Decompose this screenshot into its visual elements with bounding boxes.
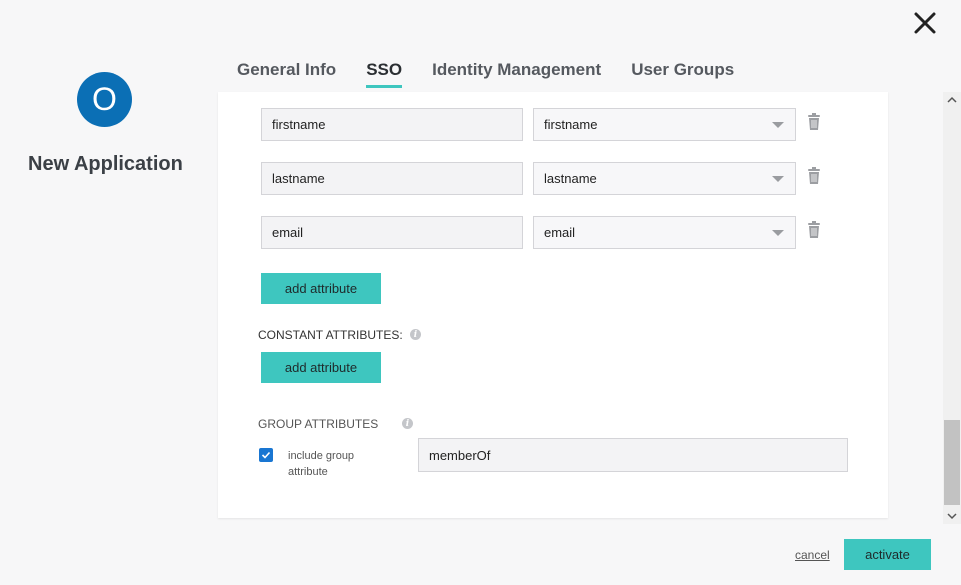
info-icon[interactable]: i [410, 329, 421, 340]
select-value: email [544, 225, 576, 240]
cancel-link[interactable]: cancel [795, 548, 830, 562]
close-icon[interactable] [911, 9, 939, 37]
avatar: O [77, 72, 132, 127]
attribute-name-input[interactable]: lastname [261, 162, 523, 195]
chevron-up-icon[interactable] [947, 95, 957, 105]
chevron-down-icon[interactable] [947, 511, 957, 521]
tab-bar: General Info SSO Identity Management Use… [237, 60, 764, 88]
constant-attributes-label: CONSTANT ATTRIBUTES: [258, 328, 403, 342]
tab-sso[interactable]: SSO [366, 60, 402, 88]
include-group-checkbox[interactable] [259, 448, 273, 462]
chevron-down-icon [772, 230, 784, 236]
attribute-name-input[interactable]: email [261, 216, 523, 249]
group-attributes-label: GROUP ATTRIBUTES [258, 417, 379, 431]
scrollbar[interactable] [943, 92, 961, 524]
chevron-down-icon [772, 176, 784, 182]
attribute-value-select[interactable]: email [533, 216, 796, 249]
attribute-name-input[interactable]: firstname [261, 108, 523, 141]
checkmark-icon [261, 451, 271, 459]
tab-general-info[interactable]: General Info [237, 60, 336, 88]
trash-icon[interactable] [807, 221, 821, 239]
trash-icon[interactable] [807, 167, 821, 185]
add-attribute-button[interactable]: add attribute [261, 273, 381, 304]
trash-icon[interactable] [807, 113, 821, 131]
scrollbar-thumb[interactable] [944, 420, 960, 505]
attribute-value-select[interactable]: lastname [533, 162, 796, 195]
sso-panel: firstname firstname lastname lastname em… [218, 92, 888, 518]
select-value: firstname [544, 117, 598, 132]
tab-identity-management[interactable]: Identity Management [432, 60, 601, 88]
activate-button[interactable]: activate [844, 539, 931, 570]
chevron-down-icon [772, 122, 784, 128]
attribute-value-select[interactable]: firstname [533, 108, 796, 141]
include-group-label: include group attribute [288, 450, 355, 478]
info-icon[interactable]: i [402, 418, 413, 429]
avatar-letter: O [92, 81, 117, 117]
add-constant-attribute-button[interactable]: add attribute [261, 352, 381, 383]
tab-user-groups[interactable]: User Groups [631, 60, 734, 88]
application-dialog: O New Application General Info SSO Ident… [0, 0, 961, 585]
page-title: New Application [28, 153, 183, 175]
group-attribute-input[interactable]: memberOf [418, 438, 848, 472]
select-value: lastname [544, 171, 597, 186]
